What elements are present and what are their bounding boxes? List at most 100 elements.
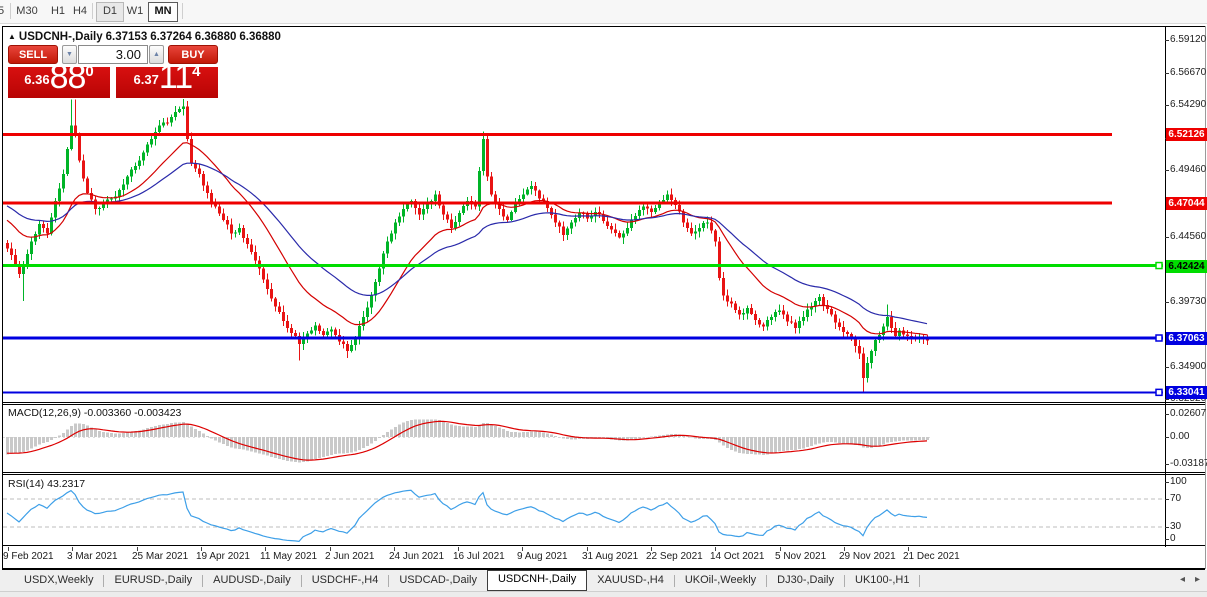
macd-histogram-bar — [158, 425, 161, 437]
level-price-label: 6.37063 — [1166, 332, 1207, 345]
tab-scroll-right-icon[interactable]: ▸ — [1195, 574, 1200, 586]
candle-body — [798, 321, 801, 328]
candle-body — [742, 313, 745, 314]
candle-body — [162, 123, 165, 126]
candle-body — [226, 220, 229, 225]
timeframe-button-5[interactable]: 5 — [0, 2, 8, 20]
candle-body — [174, 112, 177, 117]
chart-tab-UK100-H1[interactable]: UK100-,H1 — [845, 571, 919, 590]
volume-decrease-button[interactable]: ▼ — [62, 45, 77, 64]
macd-histogram-bar — [314, 437, 317, 459]
macd-histogram-bar — [66, 430, 69, 437]
candle-body — [246, 238, 249, 244]
buy-button[interactable]: BUY — [168, 45, 218, 64]
macd-histogram-bar — [86, 426, 89, 437]
macd-histogram-bar — [258, 437, 261, 453]
macd-histogram-bar — [890, 437, 893, 442]
chart-tab-UKOil-Weekly[interactable]: UKOil-,Weekly — [675, 571, 766, 590]
candle-body — [530, 186, 533, 189]
chart-tab-EURUSD-Daily[interactable]: EURUSD-,Daily — [104, 571, 202, 590]
sell-price-display[interactable]: 6.36880 — [8, 67, 110, 98]
candle-body — [234, 232, 237, 233]
chart-tab-AUDUSD-Daily[interactable]: AUDUSD-,Daily — [203, 571, 301, 590]
macd-histogram-bar — [250, 437, 253, 451]
macd-histogram-bar — [214, 437, 217, 441]
macd-histogram-bar — [510, 432, 513, 437]
candle-body — [566, 229, 569, 235]
macd-histogram-bar — [746, 437, 749, 454]
timeframe-button-H1[interactable]: H1 — [46, 2, 70, 20]
candle-body — [738, 310, 741, 314]
macd-histogram-bar — [538, 432, 541, 437]
candle-body — [510, 212, 513, 220]
timeframe-button-MN[interactable]: MN — [148, 2, 178, 22]
candle-body — [726, 296, 729, 302]
macd-histogram-bar — [570, 437, 573, 439]
timeframe-button-D1[interactable]: D1 — [96, 2, 124, 22]
collapse-triangle-icon[interactable]: ▲ — [8, 32, 16, 41]
price-tick — [1165, 170, 1169, 171]
macd-histogram-bar — [846, 437, 849, 444]
rsi-label: RSI(14) 43.2317 — [8, 478, 85, 490]
chart-tab-USDX-Weekly[interactable]: USDX,Weekly — [14, 571, 103, 590]
candle-body — [686, 223, 689, 228]
macd-histogram-bar — [742, 437, 745, 454]
buy-price-display[interactable]: 6.37114 — [116, 67, 218, 98]
chart-tab-USDCNH-Daily[interactable]: USDCNH-,Daily — [487, 570, 587, 591]
pane-separator[interactable] — [2, 472, 1205, 473]
sell-button[interactable]: SELL — [8, 45, 58, 64]
macd-histogram-bar — [378, 437, 381, 438]
candle-body — [378, 269, 381, 282]
pane-separator — [2, 545, 1205, 546]
chart-tab-DJ30-Daily[interactable]: DJ30-,Daily — [767, 571, 844, 590]
volume-input[interactable] — [78, 45, 148, 64]
chart-tab-USDCAD-Daily[interactable]: USDCAD-,Daily — [389, 571, 487, 590]
macd-histogram-bar — [18, 437, 21, 453]
candle-body — [50, 218, 53, 234]
macd-histogram-bar — [654, 436, 657, 437]
candle-body — [26, 254, 29, 265]
price-tick — [1165, 399, 1169, 400]
timeframe-button-M30[interactable]: M30 — [12, 2, 42, 20]
level-price-label: 6.52126 — [1166, 128, 1207, 141]
candle-body — [366, 308, 369, 318]
tab-scroll-left-icon[interactable]: ◂ — [1180, 574, 1185, 586]
candle-body — [406, 204, 409, 209]
macd-histogram-bar — [386, 432, 389, 437]
candle-body — [642, 206, 645, 210]
macd-histogram-bar — [350, 437, 353, 453]
candle-body — [242, 228, 245, 238]
candle-body — [182, 106, 185, 109]
candle-body — [398, 217, 401, 223]
chart-tab-USDCHF-H4[interactable]: USDCHF-,H4 — [302, 571, 389, 590]
candle-body — [654, 208, 657, 212]
level-line-handle[interactable] — [1156, 335, 1162, 341]
level-line-handle[interactable] — [1156, 263, 1162, 269]
date-label: 24 Jun 2021 — [389, 551, 444, 562]
candle-body — [822, 297, 825, 305]
candle-body — [554, 215, 557, 223]
timeframe-button-H4[interactable]: H4 — [68, 2, 92, 20]
macd-histogram-bar — [334, 437, 337, 454]
pane-separator[interactable] — [2, 402, 1205, 403]
rsi-indicator-pane[interactable] — [3, 475, 1165, 545]
candle-body — [38, 224, 41, 234]
date-label: 31 Aug 2021 — [582, 551, 638, 562]
level-line-handle[interactable] — [1156, 389, 1162, 395]
candle-body — [698, 228, 701, 231]
buy-price-big: 11 — [159, 67, 192, 96]
candle-body — [250, 244, 253, 252]
chart-tab-XAUUSD-H4[interactable]: XAUUSD-,H4 — [587, 571, 674, 590]
candle-body — [122, 185, 125, 191]
macd-histogram-bar — [302, 437, 305, 462]
candle-body — [906, 334, 909, 336]
candle-body — [230, 225, 233, 234]
price-tick — [1165, 367, 1169, 368]
candle-body — [802, 317, 805, 321]
timeframe-button-W1[interactable]: W1 — [122, 2, 148, 20]
candle-body — [322, 331, 325, 335]
macd-histogram-bar — [822, 437, 825, 443]
macd-histogram-bar — [786, 437, 789, 451]
macd-histogram-bar — [46, 437, 49, 442]
volume-increase-button[interactable]: ▲ — [149, 45, 164, 64]
